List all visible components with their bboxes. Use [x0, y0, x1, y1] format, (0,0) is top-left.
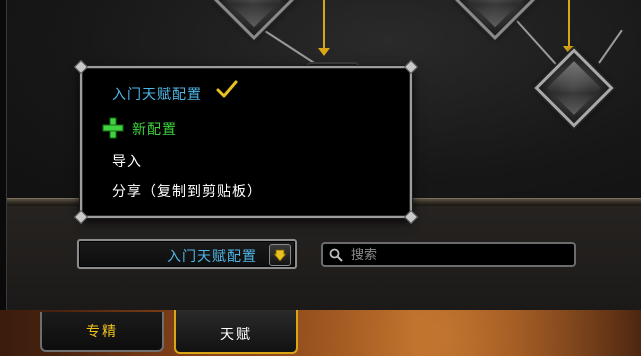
menu-item-current-loadout[interactable]: 入门天赋配置 — [112, 84, 202, 104]
talent-connector — [598, 29, 623, 64]
talent-node[interactable] — [453, 0, 537, 41]
dropdown-toggle-button[interactable] — [269, 244, 291, 266]
checkmark-icon — [216, 80, 238, 98]
loadout-dropdown[interactable]: 入门天赋配置 — [77, 239, 297, 269]
dropdown-selected-value: 入门天赋配置 — [167, 249, 257, 265]
arrow-head-icon — [318, 48, 330, 56]
menu-item-share[interactable]: 分享（复制到剪贴板） — [112, 181, 262, 201]
talent-node[interactable] — [212, 0, 296, 41]
prerequisite-arrow — [323, 0, 325, 50]
talent-search — [321, 242, 576, 267]
chevron-down-icon — [273, 249, 287, 262]
talent-connector — [516, 20, 561, 70]
menu-item-import[interactable]: 导入 — [112, 151, 142, 171]
menu-item-new-loadout[interactable]: 新配置 — [132, 119, 177, 139]
search-icon — [329, 248, 343, 262]
loadout-menu: 入门天赋配置 新配置 导入 分享（复制到剪贴板） — [73, 59, 419, 225]
search-input[interactable] — [349, 245, 573, 266]
tab-talents[interactable]: 天赋 — [174, 310, 298, 354]
plus-icon — [102, 117, 124, 139]
tab-specialization[interactable]: 专精 — [40, 312, 164, 352]
prerequisite-arrow — [568, 0, 570, 48]
